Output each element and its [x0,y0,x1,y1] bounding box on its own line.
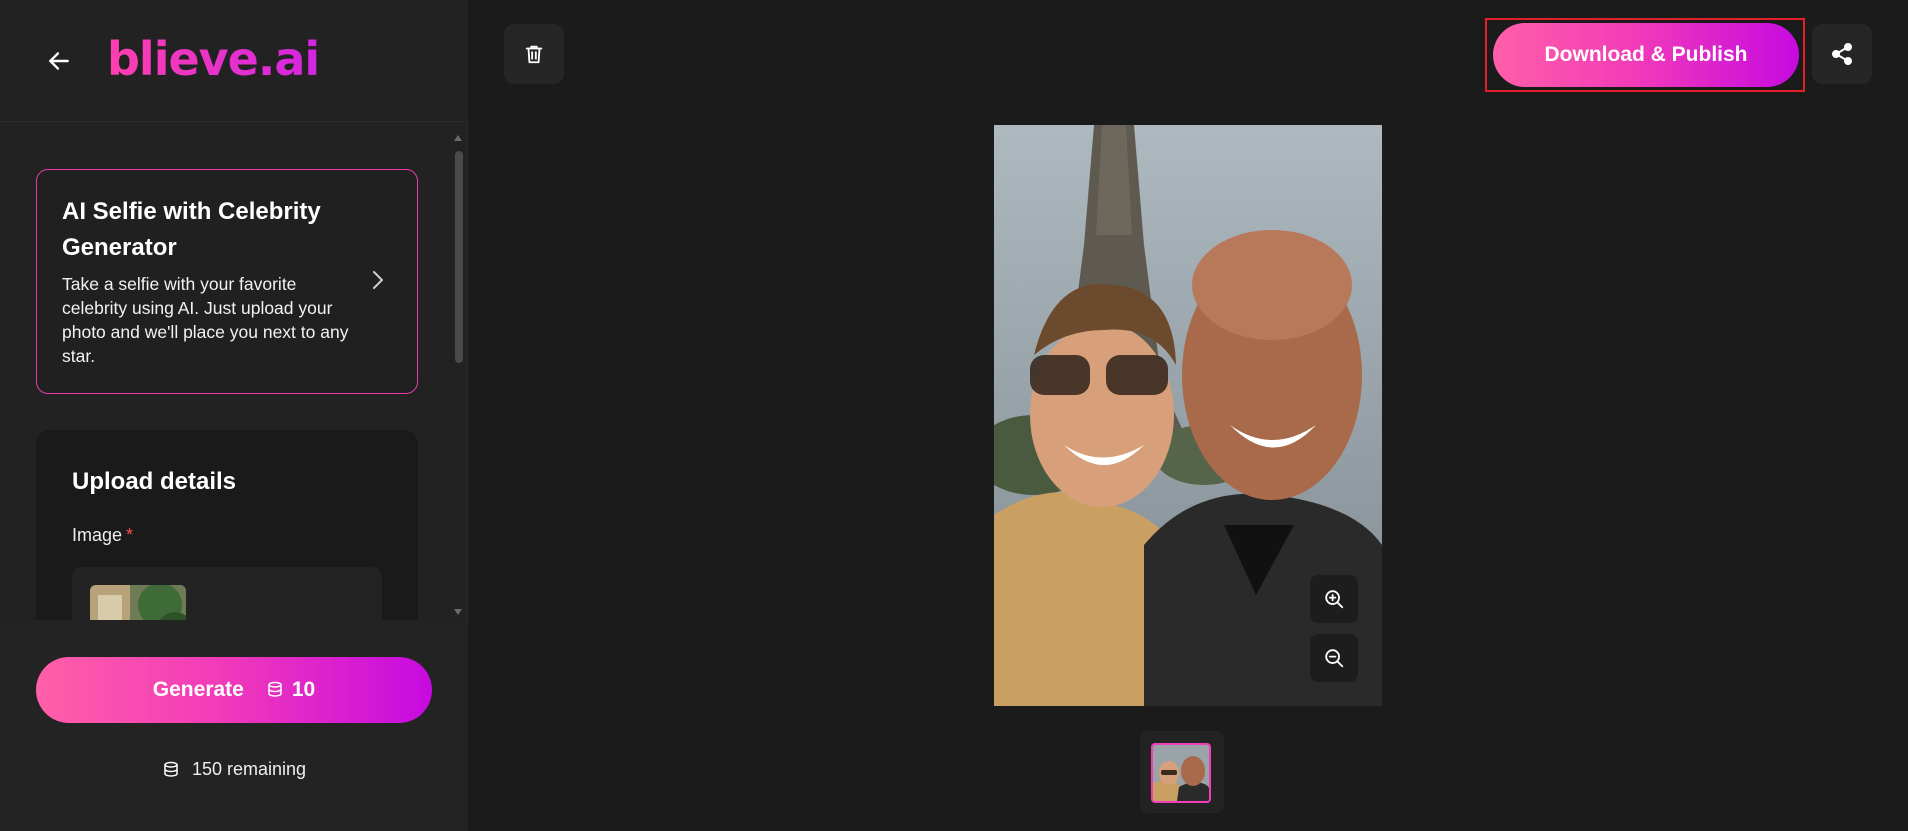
app-root: blieve.ai AI Selfie with Celebrity Gener… [0,0,1908,831]
credits-remaining: 150 remaining [0,759,468,780]
generate-cost: 10 [291,678,316,701]
delete-button[interactable] [504,24,564,84]
share-icon [1832,43,1852,65]
sidebar-header: blieve.ai [0,0,468,122]
sidebar-scrollbar[interactable] [454,135,463,615]
upload-title: Upload details [72,468,237,495]
tool-card[interactable]: AI Selfie with Celebrity Generator Take … [36,169,418,394]
scroll-down-arrow[interactable] [454,609,462,615]
tool-description: Take a selfie with your favorite celebri… [62,274,349,366]
logo[interactable]: blieve.ai [107,32,320,86]
arrow-left-icon [49,52,69,70]
generate-button[interactable]: Generate 10 [36,657,432,723]
tool-title: AI Selfie with Celebrity Generator [62,198,321,261]
zoom-in-button[interactable] [1310,575,1358,623]
coins-stack-icon [266,681,284,699]
download-publish-button[interactable]: Download & Publish [1493,23,1799,87]
share-button[interactable] [1812,24,1872,84]
image-label: Image * [72,525,133,546]
thumbnail-photo [1153,745,1209,801]
generate-label: Generate [152,678,244,701]
sidebar: blieve.ai AI Selfie with Celebrity Gener… [0,0,468,831]
back-button[interactable] [42,44,76,78]
uploaded-photo [90,585,186,620]
image-upload-box[interactable] [72,567,382,620]
zoom-out-button[interactable] [1310,634,1358,682]
image-thumbnail[interactable] [1151,743,1211,803]
chevron-right-icon [373,271,383,289]
zoom-in-icon [1325,590,1344,609]
scroll-thumb[interactable] [455,151,463,363]
remaining-text: 150 remaining [191,759,307,779]
zoom-out-icon [1325,649,1344,668]
image-label-text: Image [72,525,123,545]
sidebar-footer: Generate 10 150 remaining [0,620,468,831]
upload-details-card: Upload details Image * [36,430,418,620]
thumbnail-strip [1140,731,1224,813]
required-mark: * [126,525,134,545]
trash-icon [525,45,543,64]
coins-stack-icon [162,761,180,779]
sidebar-scroll-area: AI Selfie with Celebrity Generator Take … [0,123,468,620]
download-highlight-box: Download & Publish [1485,18,1805,92]
scroll-up-arrow[interactable] [454,135,462,141]
uploaded-image-thumbnail[interactable] [90,585,186,620]
